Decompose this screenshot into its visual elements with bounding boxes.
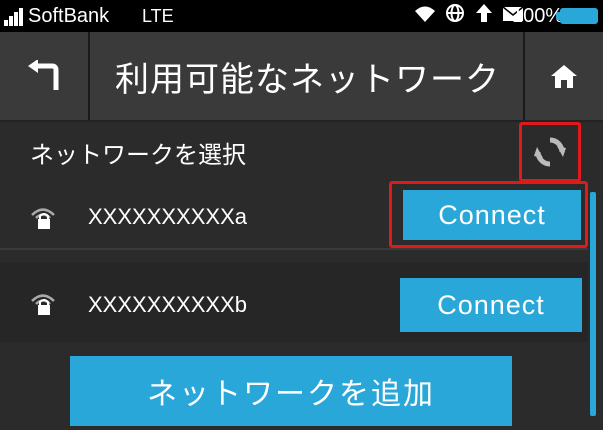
signal-icon xyxy=(4,6,24,26)
highlight-frame xyxy=(389,181,588,248)
scrollbar[interactable] xyxy=(590,192,596,416)
page-title: 利用可能なネットワーク xyxy=(115,59,500,100)
network-type: LTE xyxy=(142,6,174,26)
device-screen: SoftBank LTE 100% 利用可能なネットワーク ネットワークを選択 … xyxy=(0,0,603,443)
refresh-icon xyxy=(534,137,566,167)
section-header: ネットワークを選択 xyxy=(0,124,603,188)
home-button[interactable] xyxy=(523,32,603,120)
header-bar: 利用可能なネットワーク xyxy=(0,32,603,122)
back-arrow-icon xyxy=(28,60,59,90)
wifi-lock-icon xyxy=(31,208,55,229)
connect-button[interactable]: Connect xyxy=(400,278,582,332)
refresh-button[interactable] xyxy=(519,122,581,182)
battery-icon xyxy=(556,8,598,24)
wifi-icon xyxy=(414,4,445,28)
status-bar: SoftBank LTE 100% xyxy=(0,0,603,32)
globe-icon xyxy=(445,4,474,28)
network-ssid: XXXXXXXXXXb xyxy=(88,292,247,317)
home-icon xyxy=(551,65,577,88)
add-network-button[interactable]: ネットワークを追加 xyxy=(70,356,512,426)
divider xyxy=(0,248,588,250)
network-ssid: XXXXXXXXXXa xyxy=(88,204,247,229)
bottom-strip xyxy=(0,430,603,443)
upload-icon xyxy=(475,4,502,28)
section-label: ネットワークを選択 xyxy=(30,141,246,169)
network-row-b: XXXXXXXXXXb Connect xyxy=(0,262,588,342)
status-icons xyxy=(414,3,524,28)
carrier-name: SoftBank xyxy=(28,5,110,27)
back-button[interactable] xyxy=(0,32,90,120)
wifi-lock-icon xyxy=(31,294,55,315)
